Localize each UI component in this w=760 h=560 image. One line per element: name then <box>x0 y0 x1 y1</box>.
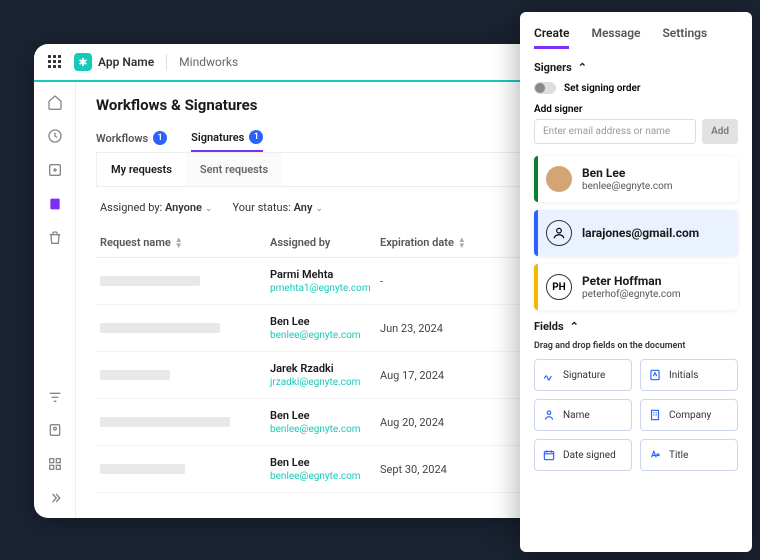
text-icon <box>648 448 662 462</box>
signing-order-toggle[interactable]: Set signing order <box>534 82 738 94</box>
signer-card[interactable]: PH Peter Hoffmanpeterhof@egnyte.com <box>534 264 738 310</box>
breadcrumb-project[interactable]: Mindworks <box>179 55 238 69</box>
tab-workflows[interactable]: Workflows1 <box>96 124 167 152</box>
filter-icon[interactable] <box>47 388 63 404</box>
signature-icon <box>542 368 556 382</box>
sort-icon: ▲▼ <box>458 237 466 249</box>
subtab-sent-requests[interactable]: Sent requests <box>186 153 282 186</box>
signer-card[interactable]: larajones@gmail.com <box>534 210 738 256</box>
expand-icon[interactable] <box>47 490 63 506</box>
signer-card[interactable]: Ben Leebenlee@egnyte.com <box>534 156 738 202</box>
trash-icon[interactable] <box>47 230 63 246</box>
field-signature[interactable]: Signature <box>534 359 632 391</box>
add-signer-input[interactable]: Enter email address or name <box>534 119 696 144</box>
app-logo-icon: ✱ <box>74 53 92 71</box>
tab-signatures[interactable]: Signatures1 <box>191 124 263 152</box>
add-signer-label: Add signer <box>534 104 738 115</box>
field-title[interactable]: Title <box>640 439 738 471</box>
home-icon[interactable] <box>47 94 63 110</box>
field-date-signed[interactable]: Date signed <box>534 439 632 471</box>
add-signer-button[interactable]: Add <box>702 119 738 144</box>
panel-tab-message[interactable]: Message <box>591 26 640 49</box>
fields-hint: Drag and drop fields on the document <box>534 341 738 351</box>
col-request-name[interactable]: Request name▲▼ <box>100 236 270 249</box>
side-panel: Create Message Settings Signers⌃ Set sig… <box>520 12 752 552</box>
col-expiration[interactable]: Expiration date▲▼ <box>380 236 490 249</box>
skeleton <box>100 276 200 286</box>
sort-icon: ▲▼ <box>175 237 183 249</box>
chevron-up-icon: ⌃ <box>578 61 587 74</box>
skeleton <box>100 323 220 333</box>
avatar: PH <box>546 274 572 300</box>
apps-grid-icon[interactable] <box>48 55 62 69</box>
building-icon <box>648 408 662 422</box>
chevron-down-icon: ⌄ <box>315 204 323 214</box>
filter-status[interactable]: Your status: Any⌄ <box>233 201 323 214</box>
chevron-up-icon: ⌃ <box>570 320 579 333</box>
person-icon <box>542 408 556 422</box>
count-badge: 1 <box>153 131 167 145</box>
calendar-icon <box>542 448 556 462</box>
switch-icon <box>534 82 556 94</box>
col-assigned-by[interactable]: Assigned by <box>270 236 380 249</box>
app-badge[interactable]: ✱ App Name <box>74 53 154 71</box>
section-fields[interactable]: Fields⌃ <box>534 320 738 333</box>
chevron-down-icon: ⌄ <box>205 204 213 214</box>
avatar <box>546 220 572 246</box>
signatures-icon[interactable] <box>47 196 63 212</box>
panel-tabs: Create Message Settings <box>534 26 738 49</box>
panel-tab-create[interactable]: Create <box>534 26 569 49</box>
nav-rail <box>34 82 76 518</box>
avatar <box>546 166 572 192</box>
initials-icon <box>648 368 662 382</box>
filter-assigned[interactable]: Assigned by: Anyone⌄ <box>100 201 213 214</box>
apps-icon[interactable] <box>47 456 63 472</box>
fields-grid: Signature Initials Name Company Date sig… <box>534 359 738 471</box>
panel-tab-settings[interactable]: Settings <box>662 26 707 49</box>
section-signers[interactable]: Signers⌃ <box>534 61 738 74</box>
app-name: App Name <box>98 55 154 69</box>
add-icon[interactable] <box>47 162 63 178</box>
skeleton <box>100 370 170 380</box>
skeleton <box>100 464 185 474</box>
subtab-my-requests[interactable]: My requests <box>97 153 186 186</box>
divider <box>166 54 167 70</box>
field-company[interactable]: Company <box>640 399 738 431</box>
field-name[interactable]: Name <box>534 399 632 431</box>
field-initials[interactable]: Initials <box>640 359 738 391</box>
recent-icon[interactable] <box>47 128 63 144</box>
skeleton <box>100 417 230 427</box>
user-icon[interactable] <box>47 422 63 438</box>
count-badge: 1 <box>249 130 263 144</box>
